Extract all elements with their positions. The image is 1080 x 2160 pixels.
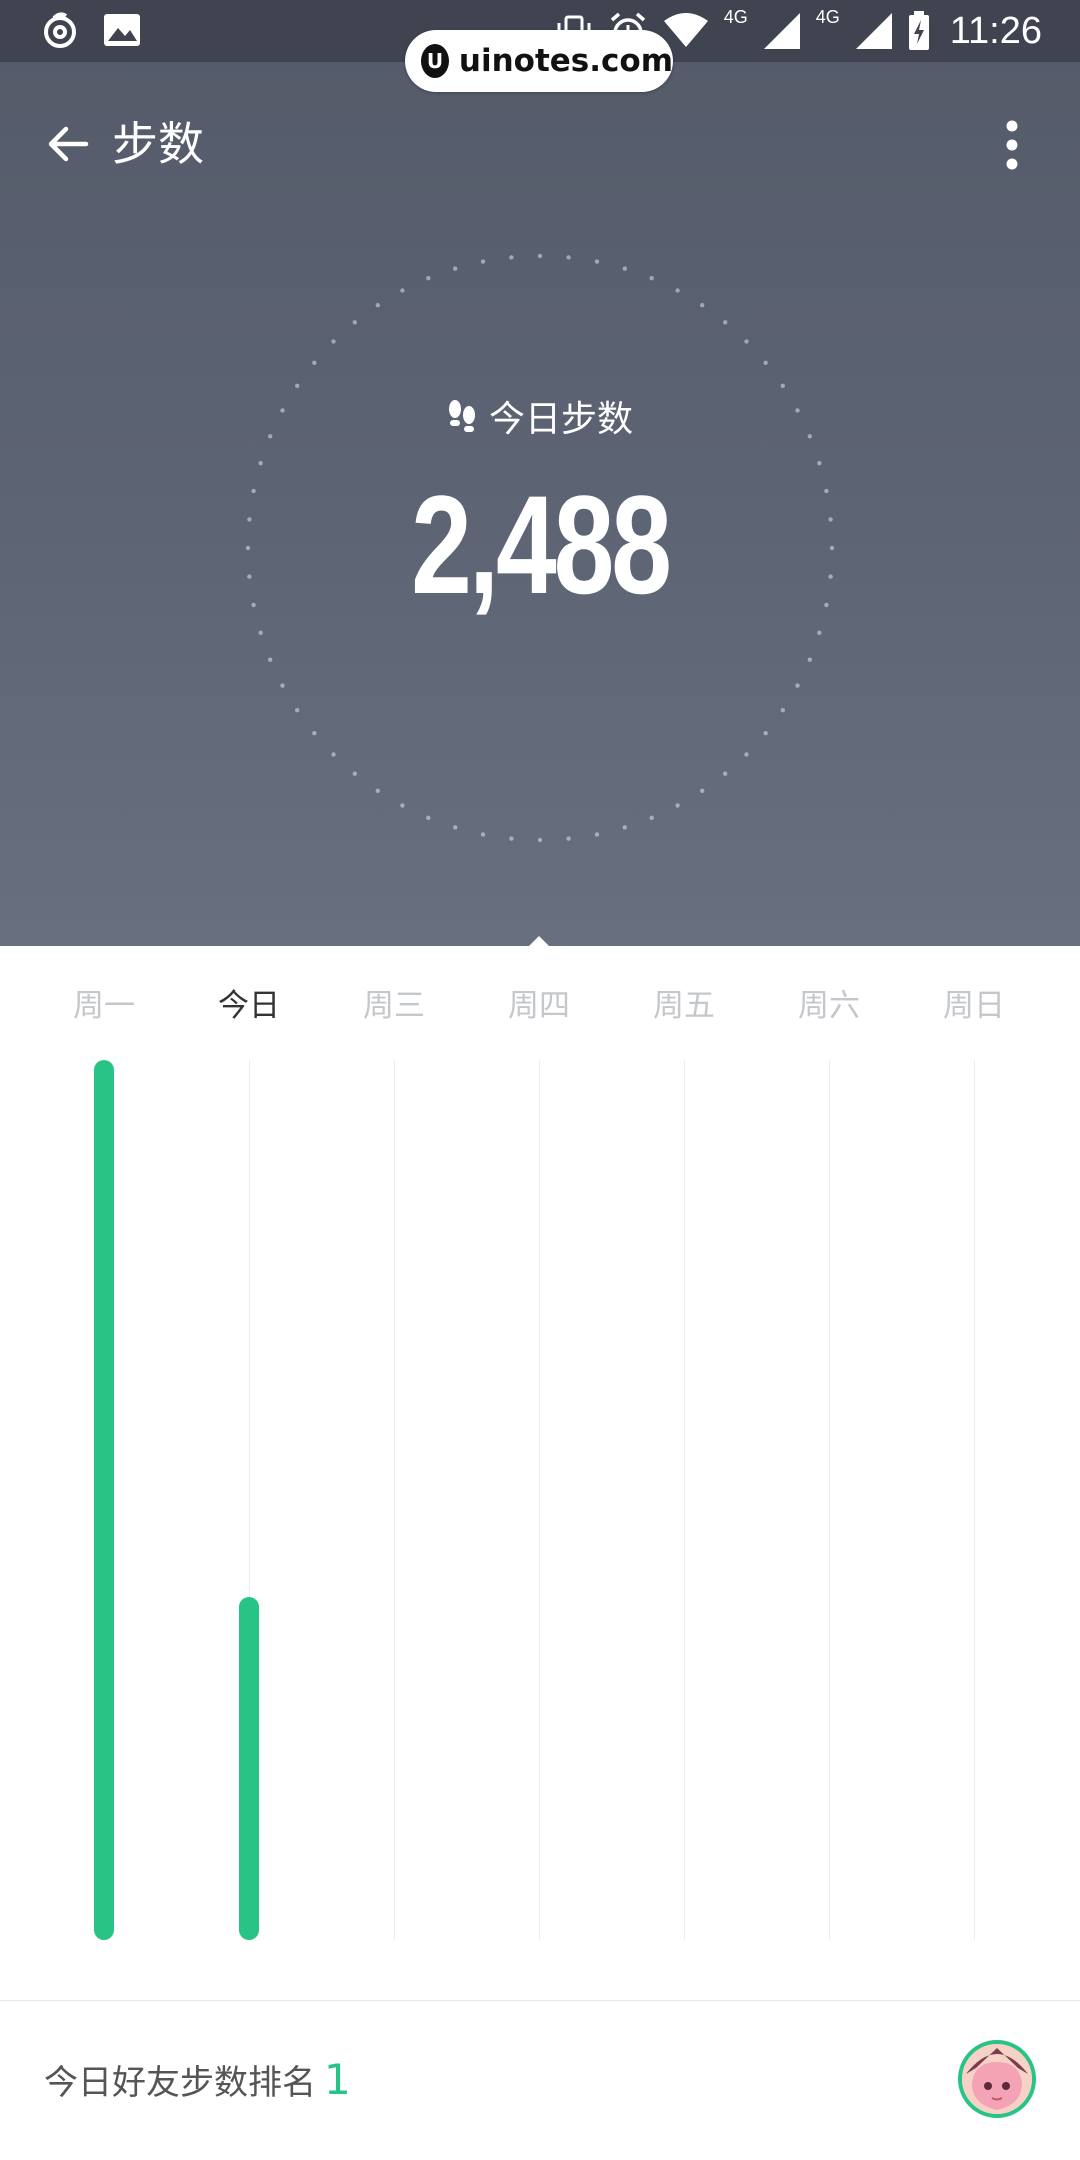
ring-dot — [780, 708, 785, 713]
signal-icon-2 — [855, 13, 892, 49]
ring-dot — [352, 320, 357, 325]
ring-dot — [700, 303, 705, 308]
ring-dot — [453, 266, 458, 271]
ring-dot — [453, 825, 458, 830]
ring-dot — [509, 836, 514, 841]
chart-gridline — [539, 1060, 540, 1940]
day-tabs: 周一 今日 周三 周四 周五 周六 周日 — [0, 980, 1080, 1040]
chart-gridline — [684, 1060, 685, 1940]
ring-dot — [763, 731, 768, 736]
selected-day-pointer — [528, 936, 550, 947]
ring-dot — [817, 461, 822, 466]
footprints-icon — [448, 400, 475, 432]
day-tab-4[interactable]: 周四 — [479, 980, 599, 1025]
ring-dot — [780, 383, 785, 388]
chart-bar-2[interactable] — [239, 1597, 259, 1940]
app-bar: 步数 — [0, 96, 1080, 196]
ring-dot — [426, 815, 431, 820]
ring-dot — [480, 259, 486, 264]
day-tab-2[interactable]: 今日 — [189, 980, 309, 1025]
ring-dot — [295, 383, 300, 388]
ring-dot — [375, 303, 380, 308]
today-steps-label: 今日步数 — [0, 390, 1080, 442]
more-options-icon[interactable] — [990, 110, 1034, 180]
network-type-2: 4G — [815, 6, 840, 27]
weekly-steps-chart — [0, 1060, 1080, 1940]
today-label-text: 今日步数 — [488, 399, 633, 440]
chart-gridline — [829, 1060, 830, 1940]
avatar-image — [962, 2044, 1032, 2114]
watermark-badge: U uinotes.com — [405, 30, 673, 92]
ring-dot — [649, 276, 654, 281]
ring-dot — [280, 683, 285, 688]
ring-dot — [795, 683, 800, 688]
ring-dot — [566, 255, 571, 260]
ring-dot — [400, 288, 405, 293]
ring-dot — [807, 657, 812, 662]
signal-icon-1 — [763, 13, 800, 49]
ring-dot — [295, 708, 300, 713]
ring-dot — [400, 803, 405, 808]
ring-dot — [331, 752, 336, 757]
ring-dot — [723, 320, 728, 325]
ring-dot — [675, 288, 680, 293]
status-time: 11:26 — [949, 9, 1042, 52]
page-title: 步数 — [112, 117, 204, 171]
ring-dot — [375, 788, 380, 793]
ring-dot — [537, 253, 543, 259]
ring-dot — [258, 461, 263, 466]
ring-dot — [352, 771, 357, 776]
chart-gridline — [394, 1060, 395, 1940]
ring-dot — [594, 259, 600, 264]
battery-charging-icon — [908, 11, 929, 50]
uinotes-logo-icon: U — [421, 44, 449, 78]
ring-dot — [312, 731, 317, 736]
gallery-icon — [104, 14, 140, 46]
ring-dot — [622, 825, 627, 830]
ring-dot — [700, 788, 705, 793]
ring-dot — [258, 630, 263, 635]
ring-dot — [744, 339, 749, 344]
back-arrow-icon[interactable] — [40, 116, 96, 172]
watermark-text: uinotes.com — [458, 43, 673, 79]
ring-dot — [744, 752, 749, 757]
ring-dot — [426, 276, 431, 281]
divider — [0, 2000, 1080, 2001]
chart-gridline — [974, 1060, 975, 1940]
ring-dot — [817, 630, 822, 635]
friend-ranking[interactable]: 今日好友步数排名 1 — [44, 2050, 351, 2113]
day-tab-1[interactable]: 周一 — [44, 980, 164, 1025]
ring-dot — [268, 657, 273, 662]
app-root: 今日步数 2,488 4G 4G 11:26 U uinotes.com 步数 … — [0, 0, 1080, 2160]
network-type-1: 4G — [723, 6, 748, 27]
day-tab-3[interactable]: 周三 — [334, 980, 454, 1025]
ring-dot — [312, 360, 317, 365]
today-step-count: 2,488 — [411, 466, 672, 623]
day-tab-7[interactable]: 周日 — [914, 980, 1034, 1025]
ranking-label: 今日好友步数排名 — [44, 2063, 316, 2103]
avatar[interactable] — [958, 2040, 1036, 2118]
ring-dot — [622, 266, 627, 271]
ring-dot — [537, 837, 543, 843]
ring-dot — [509, 255, 514, 260]
ring-dot — [594, 832, 600, 837]
day-tab-6[interactable]: 周六 — [769, 980, 889, 1025]
ring-dot — [723, 771, 728, 776]
netease-music-icon — [44, 12, 76, 48]
ring-dot — [331, 339, 336, 344]
chart-bar-1[interactable] — [94, 1060, 114, 1940]
ring-dot — [649, 815, 654, 820]
ring-dot — [675, 803, 680, 808]
ring-dot — [480, 832, 486, 837]
ranking-number: 1 — [324, 2055, 351, 2104]
ring-dot — [566, 836, 571, 841]
day-tab-5[interactable]: 周五 — [624, 980, 744, 1025]
ring-dot — [763, 360, 768, 365]
